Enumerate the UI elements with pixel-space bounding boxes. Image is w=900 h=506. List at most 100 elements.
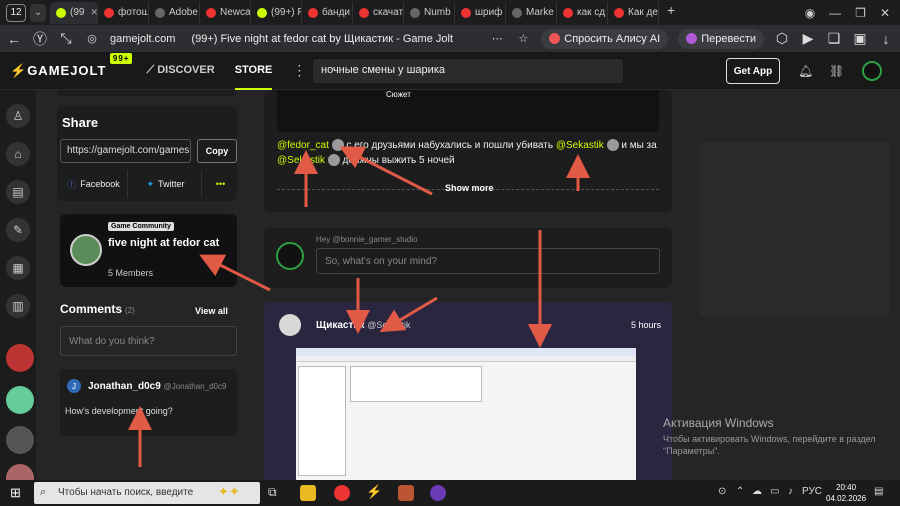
- emoji-icon: [606, 139, 619, 152]
- compose-input[interactable]: So, what's on your mind?: [316, 248, 660, 274]
- browser-tab-label: (99+) F: [271, 7, 302, 18]
- collections-icon[interactable]: ❏: [826, 30, 842, 47]
- show-more-button[interactable]: Show more: [445, 183, 494, 193]
- yandex-browser-icon[interactable]: [334, 485, 350, 501]
- new-tab-icon[interactable]: +: [667, 2, 675, 24]
- download-icon[interactable]: ↓: [878, 31, 894, 47]
- comment-handle: @Jonathan_d0c9: [163, 382, 227, 391]
- stats-icon[interactable]: ▥: [6, 294, 30, 318]
- windows-start-icon[interactable]: ⊞: [10, 485, 21, 501]
- community-name[interactable]: five night at fedor cat: [108, 236, 233, 251]
- user-avatar[interactable]: [862, 61, 882, 81]
- get-app-button[interactable]: Get App: [726, 58, 780, 84]
- avatar[interactable]: [279, 314, 301, 336]
- ask-alice-button[interactable]: Спросить Алису AI: [541, 28, 669, 49]
- browser-tab[interactable]: банди: [302, 1, 353, 24]
- monitor-icon[interactable]: ▭: [770, 486, 779, 497]
- more-vertical-icon[interactable]: ⋮: [292, 62, 306, 79]
- network-icon[interactable]: ⊙: [718, 486, 726, 497]
- task-view-icon[interactable]: ⧉: [268, 485, 277, 500]
- yandex-icon: [563, 7, 573, 18]
- screenshot-table: [350, 366, 482, 402]
- browser-tab[interactable]: скачат: [353, 1, 404, 24]
- browser-tab[interactable]: Marke: [506, 1, 557, 24]
- gamejolt-taskbar-icon[interactable]: ⚡: [366, 484, 382, 500]
- yandex-icon[interactable]: Ⓨ: [32, 29, 48, 49]
- browser-tab-label: Adobe: [169, 7, 198, 18]
- winrar-icon[interactable]: [398, 485, 414, 501]
- mention-link[interactable]: @Sekastik: [556, 140, 604, 151]
- more-icon[interactable]: ⋯: [489, 32, 505, 45]
- browser-tab[interactable]: как сд: [557, 1, 608, 24]
- share-link-input[interactable]: https://gamejolt.com/games: [60, 139, 191, 163]
- home-icon[interactable]: ♙: [6, 104, 30, 128]
- friends-icon[interactable]: ⛓: [829, 64, 844, 78]
- avatar[interactable]: J: [67, 379, 81, 393]
- nav-discover[interactable]: ⟋ DISCOVER: [146, 64, 214, 77]
- comment-input[interactable]: What do you think?: [60, 326, 237, 356]
- view-all-link[interactable]: View all: [195, 306, 228, 316]
- maximize-icon[interactable]: ❐: [855, 6, 866, 20]
- app-icon[interactable]: [430, 485, 446, 501]
- search-input[interactable]: ночные смены у шарика: [313, 59, 623, 83]
- file-explorer-icon[interactable]: [300, 485, 316, 501]
- translate-button[interactable]: Перевести: [678, 28, 764, 49]
- facebook-button[interactable]: ⓕ Facebook: [60, 170, 128, 198]
- language-indicator[interactable]: РУС: [802, 486, 822, 497]
- screenshot-menubar: [296, 356, 636, 362]
- community-avatar[interactable]: [6, 386, 34, 414]
- back-icon[interactable]: ←: [6, 31, 22, 47]
- bookmark-icon[interactable]: ☆: [515, 32, 531, 45]
- chevron-down-icon[interactable]: ⌄: [30, 3, 46, 22]
- gamejolt-icon: [257, 7, 267, 18]
- cloud-icon[interactable]: ☁: [752, 486, 762, 497]
- library-icon[interactable]: ▦: [6, 256, 30, 280]
- feed-icon[interactable]: ✎: [6, 218, 30, 242]
- mention-link[interactable]: @fedor_cat: [277, 140, 329, 151]
- more-share-button[interactable]: •••: [204, 170, 237, 198]
- browser-tab[interactable]: Numb: [404, 1, 455, 24]
- nav-store[interactable]: STORE: [234, 52, 273, 90]
- minimize-icon[interactable]: —: [829, 6, 841, 20]
- store-icon[interactable]: ⌂: [6, 142, 30, 166]
- community-avatar[interactable]: [6, 344, 34, 372]
- close-tab-icon[interactable]: ✕: [90, 7, 97, 18]
- profile-icon[interactable]: ▣: [852, 30, 868, 47]
- close-icon[interactable]: ✕: [880, 6, 890, 20]
- backpack-icon[interactable]: ▤: [6, 180, 30, 204]
- browser-tab[interactable]: фотош: [98, 1, 149, 24]
- post-screenshot[interactable]: [296, 348, 636, 480]
- shield-icon[interactable]: ◉: [805, 6, 815, 20]
- mention-link[interactable]: @Sekastik: [277, 155, 325, 166]
- clock[interactable]: 20:40 04.02.2026: [826, 482, 866, 504]
- pin-icon[interactable]: ⤡: [58, 30, 74, 47]
- browser-tab[interactable]: (99 ✕: [50, 1, 98, 24]
- post-author[interactable]: Щикастик @Sekastik: [316, 320, 410, 331]
- post-text: @fedor_cat с его друзьями набухались и п…: [277, 138, 662, 168]
- browser-tab[interactable]: (99+) F: [251, 1, 302, 24]
- url-text[interactable]: gamejolt.com: [110, 33, 175, 45]
- twitter-icon: ✦: [146, 178, 155, 189]
- gamejolt-logo[interactable]: ⚡GAMEJOLT 99+: [10, 52, 133, 79]
- copy-button[interactable]: Copy: [197, 139, 237, 163]
- comment-item: [60, 369, 237, 436]
- avatar[interactable]: [276, 242, 304, 270]
- twitter-button[interactable]: ✦ Twitter: [130, 170, 202, 198]
- browser-tab[interactable]: Как де: [608, 1, 659, 24]
- extension-icon[interactable]: ⬡: [774, 30, 790, 47]
- community-avatar[interactable]: [6, 426, 34, 454]
- tab-count-button[interactable]: 12: [6, 3, 26, 22]
- media-icon[interactable]: ▶: [800, 30, 816, 47]
- bell-icon[interactable]: 🔔︎: [798, 64, 813, 78]
- tray-chevron-icon[interactable]: ⌃: [736, 486, 744, 497]
- post-time: 5 hours: [631, 320, 662, 330]
- comment-user[interactable]: Jonathan_d0c9 @Jonathan_d0c9: [88, 381, 226, 392]
- browser-tab[interactable]: шриф: [455, 1, 506, 24]
- community-avatar[interactable]: [6, 464, 34, 480]
- browser-tab[interactable]: Newca: [200, 1, 251, 24]
- doc-icon: [410, 7, 420, 18]
- browser-tab-label: как сд: [577, 7, 606, 18]
- browser-tab[interactable]: Adobe: [149, 1, 200, 24]
- notification-icon[interactable]: ▤: [874, 486, 883, 497]
- volume-icon[interactable]: ♪: [788, 486, 793, 497]
